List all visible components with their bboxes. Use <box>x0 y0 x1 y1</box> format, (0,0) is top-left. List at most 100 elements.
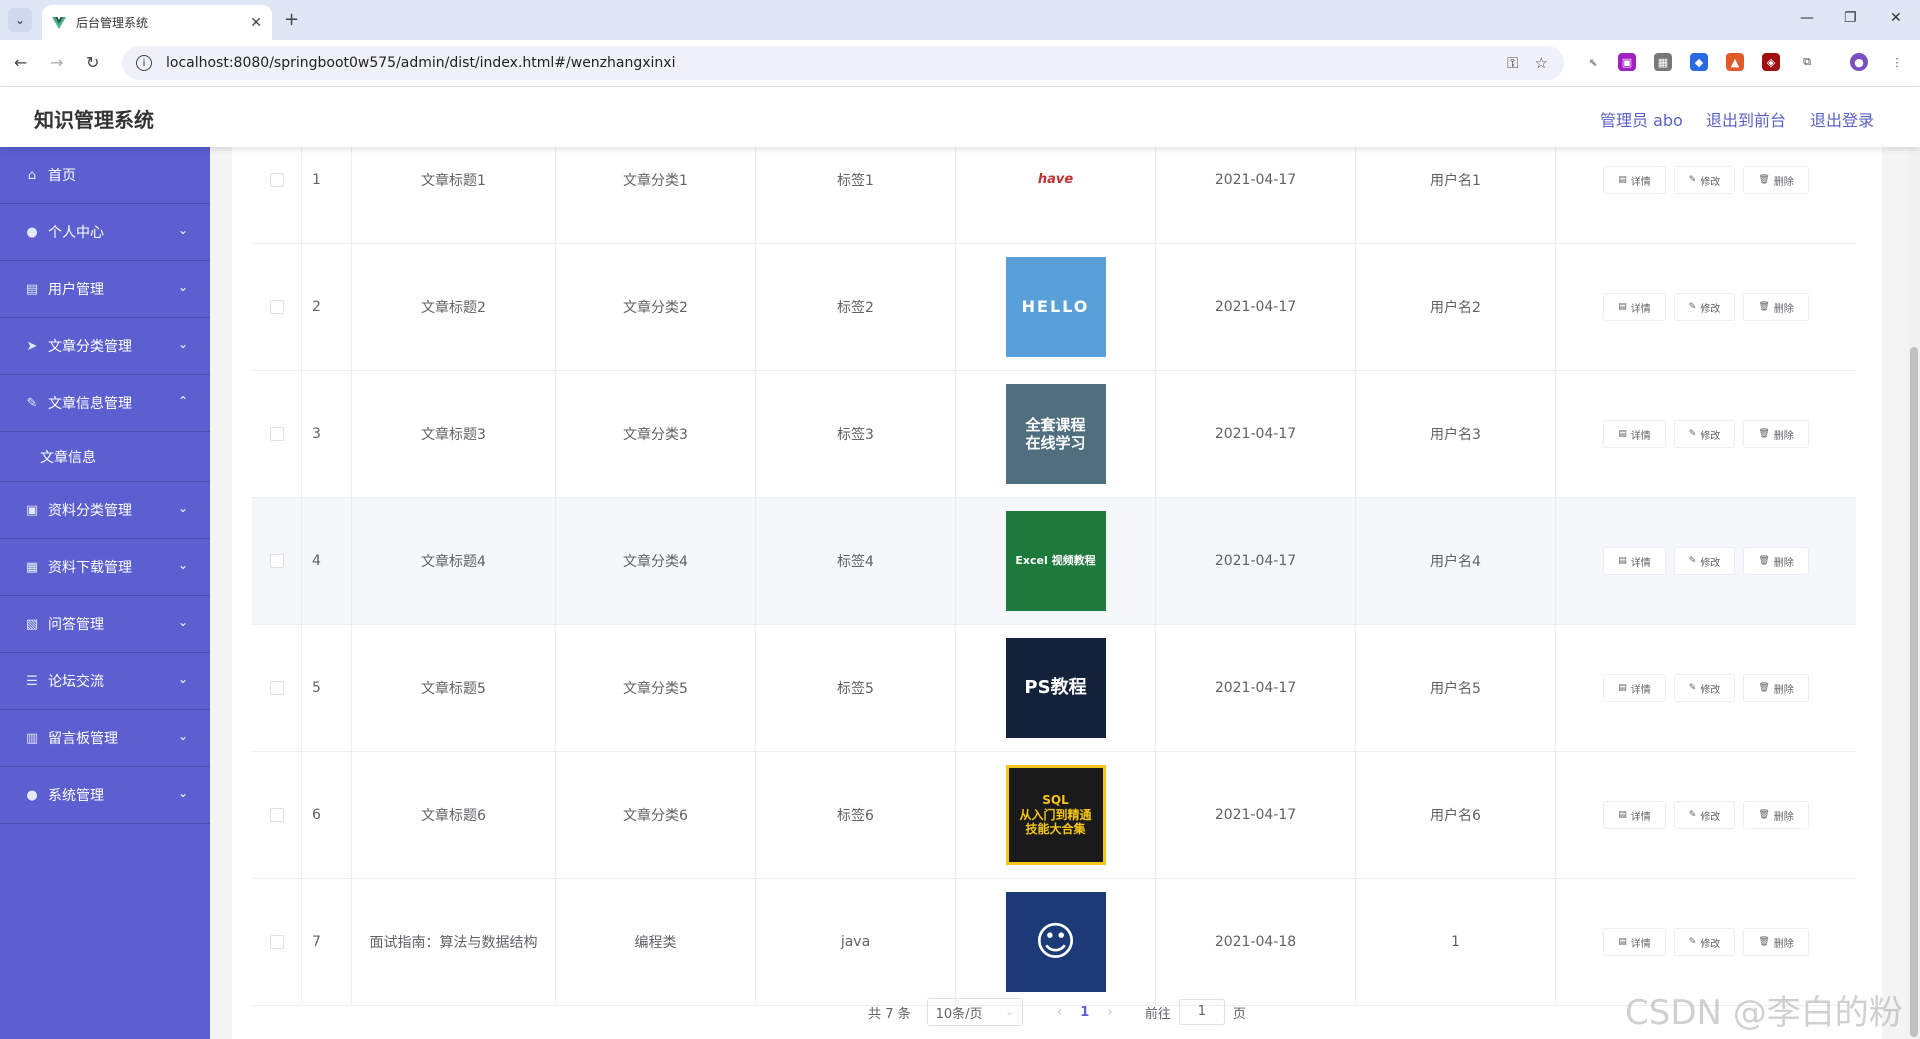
current-page-number[interactable]: 1 <box>1080 1005 1089 1020</box>
thumbnail-cell: SQL 从入门到精通 技能大合集 <box>956 752 1156 878</box>
excel-course-image[interactable]: Excel 视频教程 <box>1005 511 1106 611</box>
edit-button[interactable]: ✎ 修改 <box>1673 293 1736 321</box>
edit-button[interactable]: ✎ 修改 <box>1673 674 1736 702</box>
delete-button[interactable]: 🗑 删除 <box>1743 293 1809 321</box>
back-icon[interactable]: ← <box>14 53 27 72</box>
prev-page-icon[interactable]: ‹ <box>1057 1004 1063 1020</box>
chevron-icon: ⌄ <box>177 786 188 800</box>
delete-button[interactable]: 🗑 删除 <box>1743 674 1809 702</box>
delete-button[interactable]: 🗑 删除 <box>1743 928 1809 956</box>
delete-label: 删除 <box>1773 430 1794 442</box>
detail-button[interactable]: ▤ 详情 <box>1603 547 1666 575</box>
sidebar-item-label: 问答管理 <box>48 617 104 633</box>
sidebar-item[interactable]: ➤ 文章分类管理 ⌄ <box>0 318 210 375</box>
author-username: 用户名4 <box>1356 498 1556 624</box>
detail-button[interactable]: ▤ 详情 <box>1603 674 1666 702</box>
sidebar-item[interactable]: ● 系统管理 ⌄ <box>0 767 210 824</box>
row-index: 1 <box>302 147 352 243</box>
edit-button[interactable]: ✎ 修改 <box>1673 801 1736 829</box>
row-checkbox[interactable] <box>269 935 284 949</box>
sidebar-item[interactable]: ▤ 用户管理 ⌄ <box>0 261 210 318</box>
sidebar-item[interactable]: ⌂ 首页 <box>0 147 210 204</box>
delete-button[interactable]: 🗑 删除 <box>1743 547 1809 575</box>
edit-label: 修改 <box>1700 557 1721 569</box>
word-cloud-image[interactable]: have <box>1005 147 1106 230</box>
row-checkbox[interactable] <box>269 427 284 441</box>
row-actions: ▤ 详情 ✎ 修改 🗑 删除 <box>1556 625 1856 751</box>
extension-shield-icon[interactable]: ◈ <box>1762 53 1780 71</box>
url-text[interactable]: localhost:8080/springboot0w575/admin/dis… <box>166 55 1507 71</box>
detail-label: 详情 <box>1630 811 1651 823</box>
edit-button[interactable]: ✎ 修改 <box>1673 166 1736 194</box>
row-checkbox[interactable] <box>269 554 284 568</box>
row-index: 2 <box>302 244 352 370</box>
office-course-image[interactable]: 全套课程 在线学习 <box>1005 384 1106 484</box>
sidebar-item[interactable]: ▦ 资料下载管理 ⌄ <box>0 539 210 596</box>
ps-course-image[interactable]: PS教程 <box>1005 638 1106 738</box>
browser-tab[interactable]: 后台管理系统 ✕ <box>42 5 272 40</box>
address-bar[interactable]: i localhost:8080/springboot0w575/admin/d… <box>122 46 1564 80</box>
sidebar-item[interactable]: ▣ 资料分类管理 ⌄ <box>0 482 210 539</box>
extension-layers-icon[interactable]: ◆ <box>1690 53 1708 71</box>
edit-label: 修改 <box>1700 811 1721 823</box>
detail-button[interactable]: ▤ 详情 <box>1603 166 1666 194</box>
forward-icon[interactable]: → <box>50 53 63 72</box>
row-checkbox[interactable] <box>269 681 284 695</box>
close-tab-icon[interactable]: ✕ <box>250 15 262 31</box>
row-checkbox[interactable] <box>269 808 284 822</box>
extension-fire-icon[interactable]: ▲ <box>1726 53 1744 71</box>
sidebar-item[interactable]: ▥ 留言板管理 ⌄ <box>0 710 210 767</box>
article-category: 文章分类3 <box>556 371 756 497</box>
edit-button[interactable]: ✎ 修改 <box>1673 928 1736 956</box>
sidebar-item[interactable]: ☰ 论坛交流 ⌄ <box>0 653 210 710</box>
delete-button[interactable]: 🗑 删除 <box>1743 420 1809 448</box>
extension-gamepad-icon[interactable]: ▦ <box>1654 53 1672 71</box>
browser-menu-icon[interactable]: ⋮ <box>1888 53 1906 71</box>
publish-date: 2021-04-17 <box>1156 498 1356 624</box>
new-tab-icon[interactable]: + <box>284 9 299 30</box>
row-checkbox[interactable] <box>269 173 284 187</box>
extension-purple-icon[interactable]: ▣ <box>1618 53 1636 71</box>
tab-search-icon[interactable]: ⌄ <box>8 8 32 32</box>
exit-to-front-link[interactable]: 退出到前台 <box>1706 107 1786 131</box>
delete-button[interactable]: 🗑 删除 <box>1743 801 1809 829</box>
page-size-select[interactable]: 10条/页 ⌄ <box>926 998 1023 1026</box>
delete-button[interactable]: 🗑 删除 <box>1743 166 1809 194</box>
next-page-icon[interactable]: › <box>1107 1004 1113 1020</box>
scrollbar-thumb[interactable] <box>1910 347 1918 1037</box>
reload-icon[interactable]: ↻ <box>86 53 99 72</box>
sidebar-item[interactable]: ● 个人中心 ⌄ <box>0 204 210 261</box>
detail-button[interactable]: ▤ 详情 <box>1603 928 1666 956</box>
restore-icon[interactable]: ❐ <box>1844 10 1857 26</box>
hello-people-image[interactable]: HELLO <box>1005 257 1106 357</box>
edit-button[interactable]: ✎ 修改 <box>1673 420 1736 448</box>
coding-person-image[interactable]: ☺ <box>1005 892 1106 992</box>
key-icon[interactable]: ⚿ <box>1507 54 1518 72</box>
submenu-item-article-info[interactable]: 文章信息 <box>0 432 210 482</box>
detail-button[interactable]: ▤ 详情 <box>1603 293 1666 321</box>
sidebar-item-label: 论坛交流 <box>48 674 104 690</box>
sql-course-image[interactable]: SQL 从入门到精通 技能大合集 <box>1005 765 1106 865</box>
publish-date: 2021-04-17 <box>1156 625 1356 751</box>
edit-button[interactable]: ✎ 修改 <box>1673 547 1736 575</box>
sidebar-item-label: 留言板管理 <box>48 731 118 747</box>
profile-avatar-icon[interactable]: ● <box>1850 53 1868 71</box>
extension-cursor-icon[interactable]: ⬉ <box>1584 53 1602 71</box>
page-scrollbar[interactable] <box>1908 147 1920 1039</box>
bookmark-star-icon[interactable]: ☆ <box>1535 54 1548 72</box>
sidebar-item[interactable]: ✎ 文章信息管理 ⌃ <box>0 375 210 432</box>
detail-button[interactable]: ▤ 详情 <box>1603 420 1666 448</box>
site-info-icon[interactable]: i <box>136 55 152 71</box>
extensions-puzzle-icon[interactable]: ⧉ <box>1798 53 1816 71</box>
detail-button[interactable]: ▤ 详情 <box>1603 801 1666 829</box>
article-title: 文章标题4 <box>352 498 556 624</box>
sidebar-item[interactable]: ▧ 问答管理 ⌄ <box>0 596 210 653</box>
logout-link[interactable]: 退出登录 <box>1810 107 1874 131</box>
browser-tab-strip: ⌄ 后台管理系统 ✕ + — ❐ ✕ <box>0 0 1920 40</box>
goto-page-input[interactable]: 1 <box>1178 999 1225 1025</box>
minimize-icon[interactable]: — <box>1800 10 1814 26</box>
close-window-icon[interactable]: ✕ <box>1890 10 1902 26</box>
document-icon: ▤ <box>25 281 39 297</box>
row-checkbox[interactable] <box>269 300 284 314</box>
row-select-cell <box>252 625 302 751</box>
